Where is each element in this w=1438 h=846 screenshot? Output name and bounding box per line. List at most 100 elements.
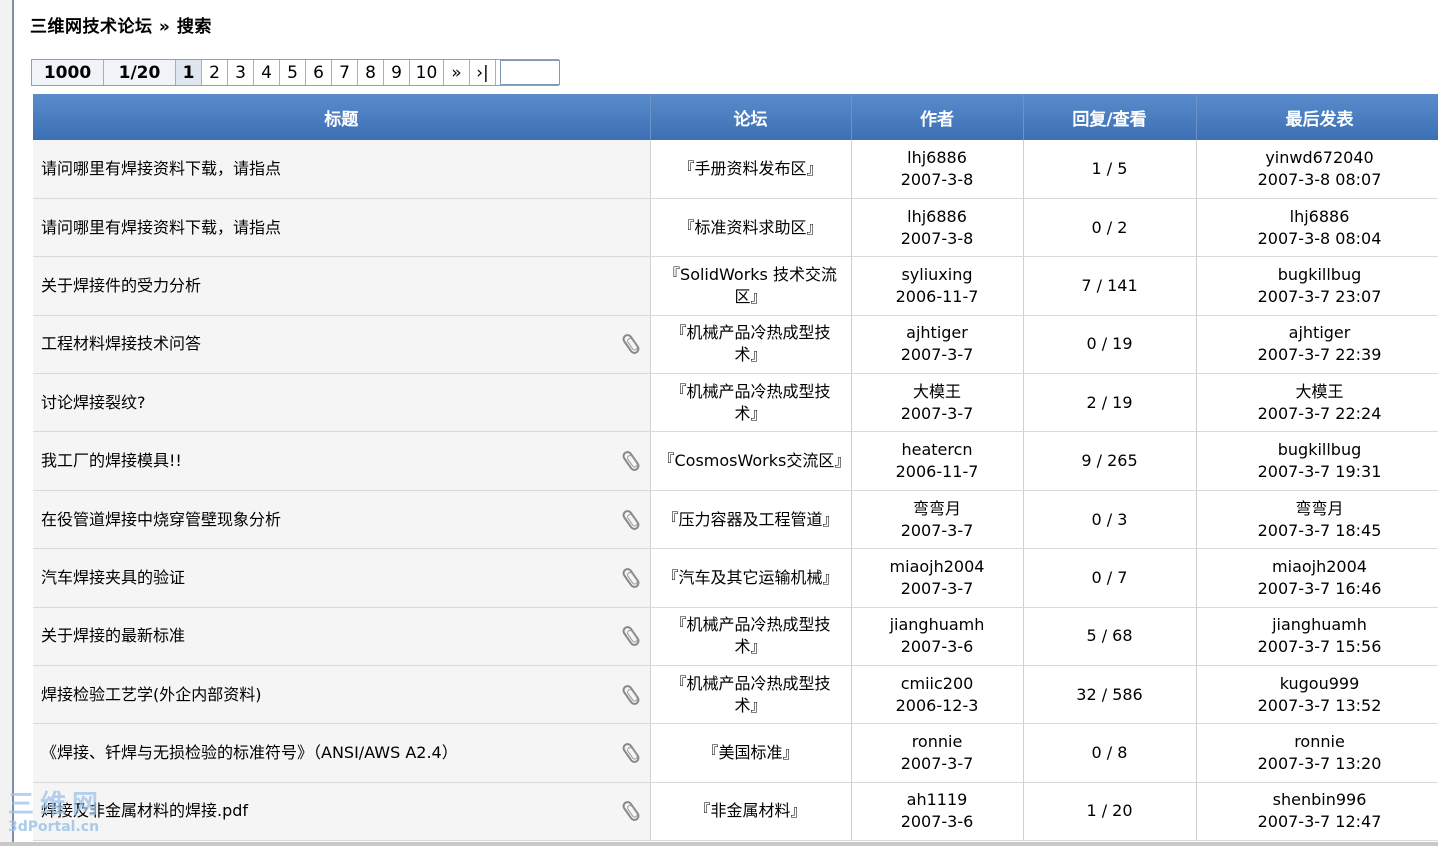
author-link[interactable]: syliuxing (853, 264, 1022, 286)
author-cell: miaojh2004 2007-3-7 (851, 548, 1024, 608)
col-header-author: 作者 (851, 94, 1024, 140)
pager-page-10[interactable]: 10 (410, 60, 444, 85)
last-post-time: 2007-3-7 22:39 (1257, 345, 1382, 365)
pager-page-4[interactable]: 4 (254, 60, 280, 85)
replies-views-cell: 1 / 20 (1023, 782, 1197, 842)
author-link[interactable]: miaojh2004 (853, 556, 1022, 578)
forum-cell: 『手册资料发布区』 (650, 140, 852, 199)
author-link[interactable]: 弯弯月 (853, 498, 1022, 520)
thread-title-link[interactable]: 请问哪里有焊接资料下载，请指点 (41, 218, 281, 237)
author-link[interactable]: ajhtiger (853, 322, 1022, 344)
attachment-paperclip-icon (620, 566, 641, 590)
pagination: 1000 1/20 1 2 3 4 5 6 7 8 9 10 » ›| (31, 59, 560, 86)
pager-last-button[interactable]: ›| (470, 60, 496, 85)
replies-views-cell: 32 / 586 (1023, 665, 1197, 725)
last-post-cell: jianghuamh 2007-3-7 15:56 (1196, 607, 1438, 667)
last-post-user-link[interactable]: 大模王 (1198, 381, 1438, 403)
author-cell: jianghuamh 2007-3-6 (851, 607, 1024, 667)
replies-views-cell: 7 / 141 (1023, 256, 1197, 316)
forum-link[interactable]: 『非金属材料』 (694, 801, 806, 820)
forum-link[interactable]: 『CosmosWorks交流区』 (659, 451, 851, 470)
author-link[interactable]: lhj6886 (853, 147, 1022, 169)
thread-title-cell: 工程材料焊接技术问答 (33, 315, 651, 375)
attachment-paperclip-icon (620, 682, 641, 707)
post-date: 2007-3-6 (900, 812, 974, 832)
forum-link[interactable]: 『机械产品冷热成型技术』 (670, 323, 830, 364)
forum-link[interactable]: 『机械产品冷热成型技术』 (670, 674, 830, 715)
pager-page-3[interactable]: 3 (228, 60, 254, 85)
pager-next-button[interactable]: » (444, 60, 470, 85)
table-row: 焊接检验工艺学(外企内部资料) 『机械产品冷热成型技术』 cmiic200 2006-… (33, 665, 1438, 725)
pager-page-6[interactable]: 6 (306, 60, 332, 85)
thread-title-link[interactable]: 请问哪里有焊接资料下载，请指点 (41, 159, 281, 178)
last-post-time: 2007-3-7 15:56 (1257, 637, 1382, 657)
thread-title-cell: 请问哪里有焊接资料下载，请指点 (33, 140, 651, 199)
author-link[interactable]: heatercn (853, 439, 1022, 461)
forum-link[interactable]: 『机械产品冷热成型技术』 (670, 382, 830, 423)
forum-link[interactable]: 『SolidWorks 技术交流区』 (664, 265, 837, 306)
table-row: 讨论焊接裂纹? 『机械产品冷热成型技术』 大模王 2007-3-7 2 / 19 大模王 2… (33, 373, 1438, 433)
thread-title-link[interactable]: 《焊接、钎焊与无损检验的标准符号》（ANSI/AWS A2.4） (41, 743, 458, 762)
forum-link[interactable]: 『美国标准』 (702, 743, 798, 762)
pager-page-2[interactable]: 2 (202, 60, 228, 85)
author-cell: ajhtiger 2007-3-7 (851, 315, 1024, 375)
last-post-user-link[interactable]: shenbin996 (1198, 789, 1438, 811)
last-post-user-link[interactable]: 弯弯月 (1198, 498, 1438, 520)
author-link[interactable]: jianghuamh (853, 614, 1022, 636)
last-post-user-link[interactable]: miaojh2004 (1198, 556, 1438, 578)
forum-cell: 『非金属材料』 (650, 782, 852, 842)
thread-title-link[interactable]: 焊接检验工艺学(外企内部资料) (41, 685, 262, 704)
pager-page-1[interactable]: 1 (176, 60, 202, 85)
thread-title-cell: 关于焊接件的受力分析 (33, 256, 651, 316)
thread-title-link[interactable]: 汽车焊接夹具的验证 (41, 568, 185, 587)
thread-title-link[interactable]: 我工厂的焊接模具!! (41, 451, 182, 470)
last-post-time: 2007-3-8 08:04 (1257, 228, 1382, 248)
author-cell: 大模王 2007-3-7 (851, 373, 1024, 433)
author-link[interactable]: 大模王 (853, 381, 1022, 403)
last-post-user-link[interactable]: yinwd672040 (1198, 147, 1438, 169)
author-cell: cmiic200 2006-12-3 (851, 665, 1024, 725)
thread-title-link[interactable]: 在役管道焊接中烧穿管壁现象分析 (41, 510, 281, 529)
thread-title-link[interactable]: 关于焊接的最新标准 (41, 626, 185, 645)
table-row: 请问哪里有焊接资料下载，请指点 『手册资料发布区』 lhj6886 2007-3-8 1… (33, 140, 1438, 199)
pager-page-9[interactable]: 9 (384, 60, 410, 85)
forum-link[interactable]: 『手册资料发布区』 (678, 159, 822, 178)
forum-link[interactable]: 『标准资料求助区』 (678, 218, 822, 237)
last-post-user-link[interactable]: ronnie (1198, 731, 1438, 753)
post-date: 2007-3-7 (900, 754, 974, 774)
attachment-paperclip-icon (620, 507, 641, 532)
last-post-user-link[interactable]: lhj6886 (1198, 206, 1438, 228)
forum-cell: 『机械产品冷热成型技术』 (650, 607, 852, 667)
author-link[interactable]: lhj6886 (853, 206, 1022, 228)
replies-views-cell: 9 / 265 (1023, 431, 1197, 491)
replies-views-cell: 0 / 8 (1023, 723, 1197, 783)
replies-views-cell: 5 / 68 (1023, 607, 1197, 667)
search-results-table: 标题 论坛 作者 回复/查看 最后发表 请问哪里有焊接资料下载，请指点 『手册资料… (33, 94, 1438, 842)
thread-title-link[interactable]: 工程材料焊接技术问答 (41, 334, 201, 353)
author-cell: heatercn 2006-11-7 (851, 431, 1024, 491)
attachment-paperclip-icon (620, 332, 641, 357)
pager-page-7[interactable]: 7 (332, 60, 358, 85)
last-post-user-link[interactable]: kugou999 (1198, 673, 1438, 695)
author-link[interactable]: ah1119 (853, 789, 1022, 811)
pager-page-8[interactable]: 8 (358, 60, 384, 85)
replies-views-cell: 2 / 19 (1023, 373, 1197, 433)
last-post-user-link[interactable]: ajhtiger (1198, 322, 1438, 344)
pager-jump-input[interactable] (500, 60, 560, 85)
post-date: 2007-3-7 (900, 345, 974, 365)
pager-page-5[interactable]: 5 (280, 60, 306, 85)
last-post-time: 2007-3-7 13:20 (1257, 754, 1382, 774)
last-post-cell: ajhtiger 2007-3-7 22:39 (1196, 315, 1438, 375)
last-post-user-link[interactable]: bugkillbug (1198, 439, 1438, 461)
author-link[interactable]: ronnie (853, 731, 1022, 753)
thread-title-link[interactable]: 讨论焊接裂纹? (41, 393, 146, 412)
last-post-user-link[interactable]: bugkillbug (1198, 264, 1438, 286)
table-row: 我工厂的焊接模具!! 『CosmosWorks交流区』 heatercn 2006-1… (33, 431, 1438, 491)
author-link[interactable]: cmiic200 (853, 673, 1022, 695)
forum-link[interactable]: 『压力容器及工程管道』 (662, 510, 838, 529)
forum-link[interactable]: 『汽车及其它运输机械』 (662, 568, 838, 587)
forum-link[interactable]: 『机械产品冷热成型技术』 (670, 615, 830, 656)
last-post-time: 2007-3-7 16:46 (1257, 578, 1382, 598)
last-post-user-link[interactable]: jianghuamh (1198, 614, 1438, 636)
thread-title-link[interactable]: 关于焊接件的受力分析 (41, 276, 201, 295)
